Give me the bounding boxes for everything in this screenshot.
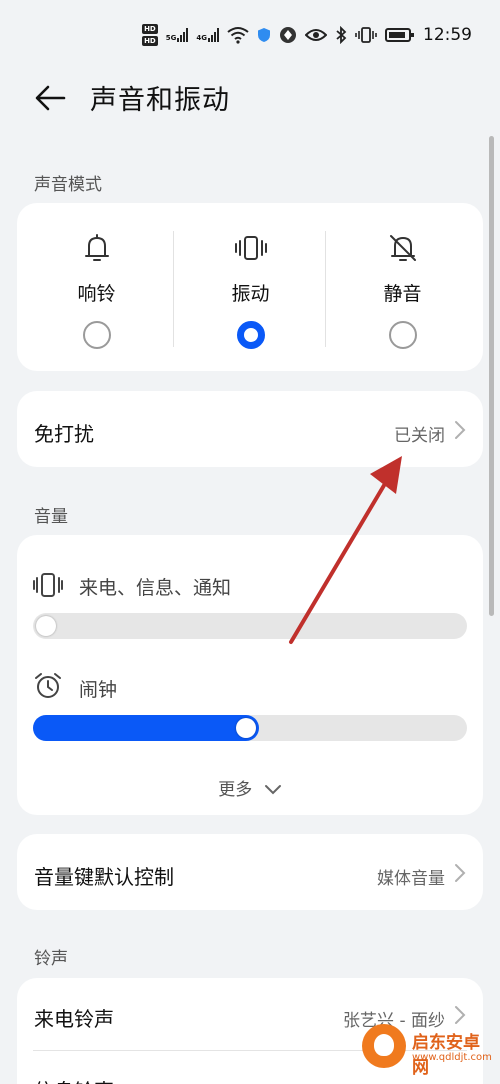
back-arrow-icon[interactable] xyxy=(32,80,68,116)
dnd-value: 已关闭 xyxy=(394,426,445,446)
eye-icon xyxy=(305,29,327,41)
signal-bars-icon xyxy=(177,28,189,42)
dnd-row[interactable]: 免打扰 已关闭 xyxy=(17,391,483,467)
signal-5g: 5G xyxy=(166,28,189,42)
battery-icon xyxy=(385,28,414,42)
watermark-logo-icon xyxy=(362,1024,406,1068)
section-label-volume: 音量 xyxy=(34,507,68,527)
bell-icon xyxy=(84,234,109,261)
watermark: 启东安卓网 www.qdldjt.com xyxy=(362,1018,492,1078)
signal-bars-icon xyxy=(208,28,219,42)
sound-mode-label: 响铃 xyxy=(77,283,116,305)
radio-vibrate[interactable] xyxy=(236,321,265,349)
radio-silent[interactable] xyxy=(388,321,417,349)
clock-time: 12:59 xyxy=(423,25,472,45)
watermark-url: www.qdldjt.com xyxy=(412,1052,492,1063)
ringtone-message-title: 信息铃声 xyxy=(34,1075,114,1084)
hd-badge-2: HD xyxy=(142,36,158,46)
ringtone-call-title: 来电铃声 xyxy=(34,1007,114,1031)
status-bar: HD HD 5G 4G 12:59 xyxy=(0,0,500,72)
slider-fill xyxy=(33,715,259,741)
bell-off-icon xyxy=(389,235,416,261)
volume-slider-ring[interactable] xyxy=(33,613,467,639)
vibrate-icon xyxy=(234,236,267,260)
volume-key-title: 音量键默认控制 xyxy=(34,865,174,889)
sound-mode-label: 静音 xyxy=(383,283,422,305)
wifi-icon xyxy=(227,27,249,44)
app-status-icon xyxy=(280,27,296,43)
sound-mode-card: 响铃 振动 静音 xyxy=(17,203,483,371)
vibrate-icon xyxy=(33,573,63,597)
page-title: 声音和振动 xyxy=(90,85,230,116)
sound-mode-silent[interactable]: 静音 xyxy=(325,203,480,349)
vibrate-status-icon xyxy=(355,27,377,43)
chevron-right-icon xyxy=(455,864,466,882)
slider-thumb[interactable] xyxy=(235,718,256,738)
slider-thumb[interactable] xyxy=(36,616,56,636)
hd-badges: HD HD xyxy=(142,24,158,46)
section-label-sound-mode: 声音模式 xyxy=(34,175,102,195)
shield-icon xyxy=(258,28,270,42)
dnd-title: 免打扰 xyxy=(34,422,94,446)
volume-slider-alarm[interactable] xyxy=(33,715,467,741)
alarm-clock-icon xyxy=(35,673,61,698)
radio-ring[interactable] xyxy=(82,321,111,349)
volume-key-row[interactable]: 音量键默认控制 媒体音量 xyxy=(17,834,483,910)
volume-label-ring: 来电、信息、通知 xyxy=(79,577,232,599)
section-label-ringtone: 铃声 xyxy=(34,949,68,969)
more-button[interactable]: 更多 xyxy=(17,775,483,800)
more-label: 更多 xyxy=(218,780,253,800)
volume-card: 来电、信息、通知 闹钟 更多 xyxy=(17,535,483,815)
network-type-5g: 5G xyxy=(165,34,177,42)
bluetooth-icon xyxy=(336,26,347,44)
chevron-right-icon xyxy=(455,421,466,439)
status-icons: HD HD 5G 4G 12:59 xyxy=(142,24,472,46)
signal-4g: 4G xyxy=(196,28,219,42)
sound-mode-ring[interactable]: 响铃 xyxy=(19,203,174,349)
chevron-down-icon xyxy=(264,785,281,795)
hd-badge-1: HD xyxy=(142,24,158,34)
volume-label-alarm: 闹钟 xyxy=(79,679,118,701)
sound-mode-label: 振动 xyxy=(231,283,270,305)
scrollbar[interactable] xyxy=(489,136,494,616)
network-type-4g: 4G xyxy=(196,34,207,42)
sound-mode-vibrate[interactable]: 振动 xyxy=(173,203,328,349)
volume-key-value: 媒体音量 xyxy=(377,869,445,889)
